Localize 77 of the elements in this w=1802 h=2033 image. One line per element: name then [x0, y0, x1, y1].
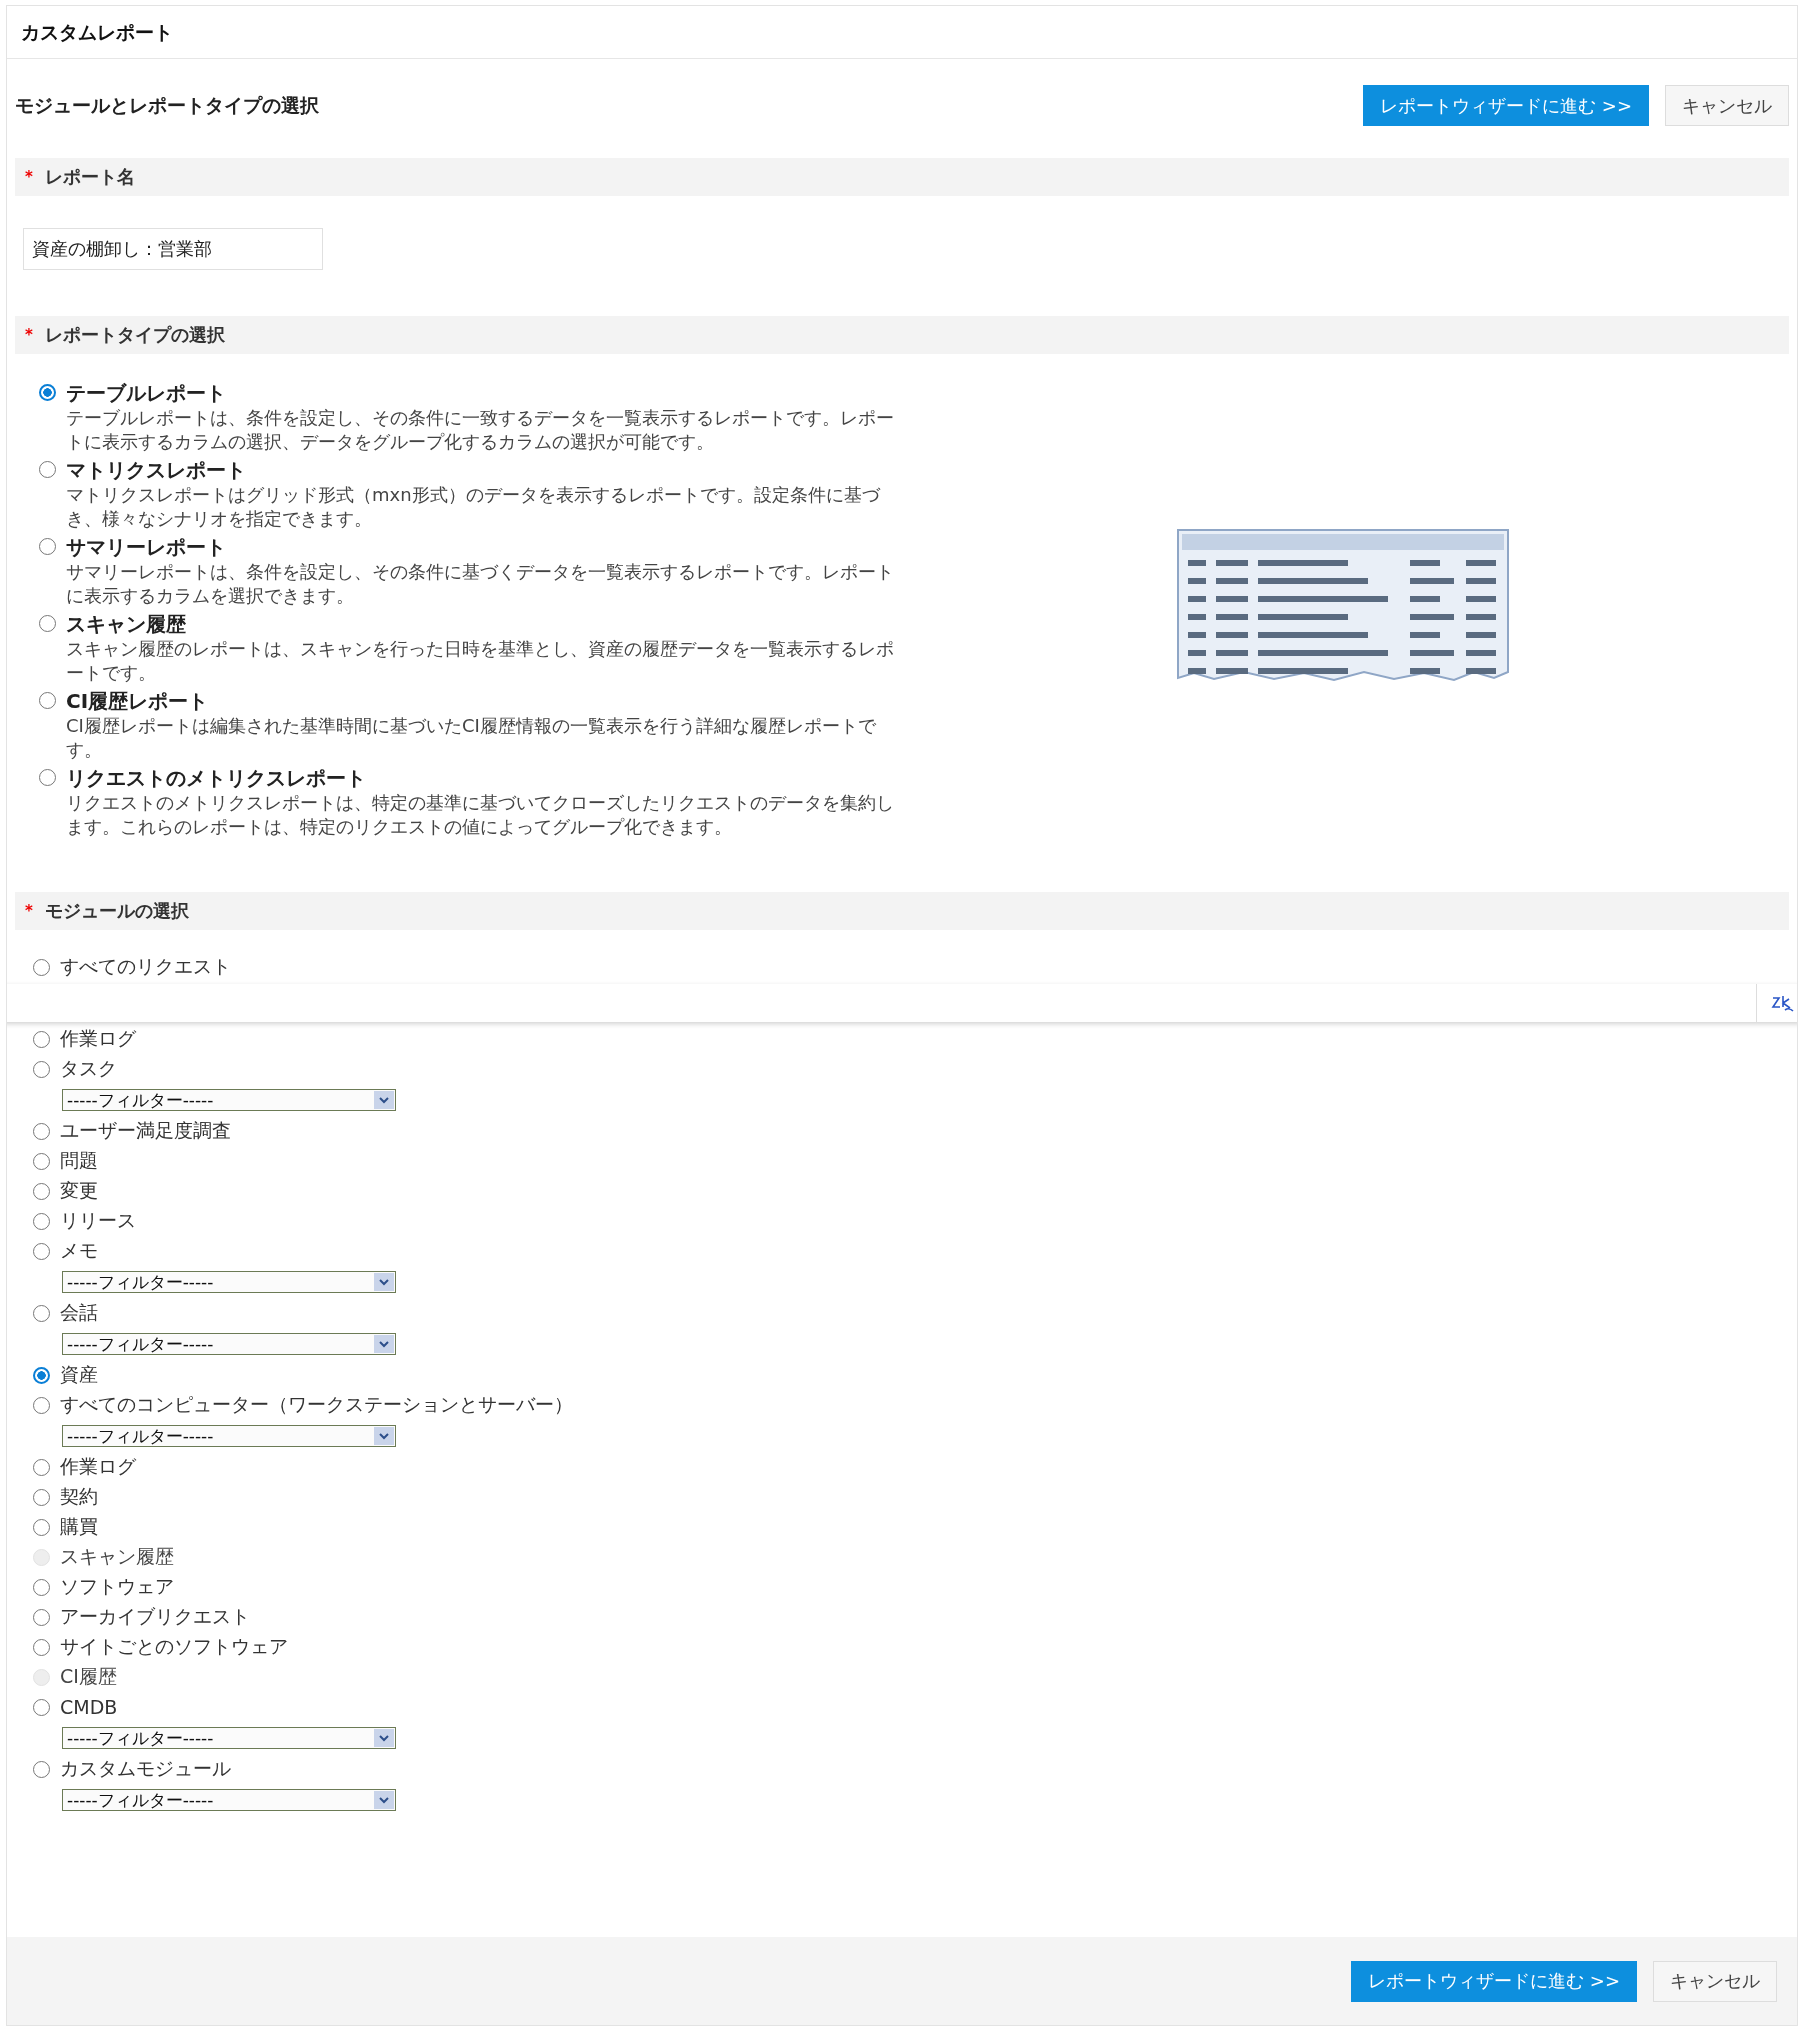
module-label: 問題: [60, 1148, 98, 1173]
module-label: サイトごとのソフトウェア: [60, 1634, 288, 1659]
report-type-title: マトリクスレポート: [66, 457, 247, 483]
module-label: リリース: [60, 1208, 136, 1233]
radio-button[interactable]: [33, 1518, 50, 1536]
module-label: アーカイブリクエスト: [60, 1604, 250, 1629]
module-label: 変更: [60, 1178, 98, 1203]
page-title: カスタムレポート: [7, 6, 1797, 59]
radio-button[interactable]: [33, 1638, 50, 1656]
filter-dropdown[interactable]: -----フィルター-----: [62, 1789, 396, 1811]
report-type-description: サマリーレポートは、条件を設定し、その条件に基づくデータを一覧表示するレポートです。レポートに表示するカラムを選択できます。: [66, 560, 895, 608]
section-title: レポートタイプの選択: [44, 323, 225, 347]
required-mark: *: [25, 168, 33, 186]
module-label: すべてのコンピューター（ワークステーションとサーバー）: [60, 1392, 573, 1417]
report-type-title: CI履歴レポート: [66, 688, 210, 714]
report-type-title: サマリーレポート: [66, 534, 227, 560]
module-label: CMDB: [60, 1696, 118, 1718]
radio-button[interactable]: [39, 692, 56, 709]
module-label: タスク: [60, 1056, 117, 1081]
radio-button[interactable]: [33, 1396, 50, 1414]
radio-button[interactable]: [33, 1060, 50, 1078]
page-heading: モジュールとレポートタイプの選択: [15, 92, 319, 118]
report-type-description: CI履歴レポートは編集された基準時間に基づいたCI履歴情報の一覧表示を行う詳細な履歴レポートです。: [66, 714, 877, 762]
report-type-description: マトリクスレポートはグリッド形式（mxn形式）のデータを表示するレポートです。設定条件に基づき、様々なシナリオを指定できます。: [66, 483, 882, 531]
radio-button[interactable]: [33, 1608, 50, 1626]
module-label: 資産: [60, 1362, 98, 1387]
cancel-button[interactable]: キャンセル: [1653, 1960, 1777, 2002]
report-type-description: リクエストのメトリクスレポートは、特定の基準に基づいてクローズしたリクエストのデータを集約します。これらのレポートは、特定のリクエストの値によってグループ化できます。: [66, 791, 895, 839]
radio-button[interactable]: [33, 1212, 50, 1230]
radio-button[interactable]: [39, 384, 56, 401]
section-title: モジュールの選択: [44, 899, 189, 923]
module-label: すべてのリクエスト: [60, 954, 231, 979]
filter-dropdown[interactable]: -----フィルター-----: [62, 1333, 396, 1355]
module-label: 契約: [60, 1484, 98, 1509]
radio-button[interactable]: [33, 1488, 50, 1506]
radio-button[interactable]: [39, 461, 56, 478]
filter-dropdown[interactable]: -----フィルター-----: [62, 1425, 396, 1447]
report-type-title: スキャン履歴: [66, 611, 187, 637]
module-label: 購買: [60, 1514, 98, 1539]
module-label: CI履歴: [60, 1664, 117, 1689]
module-label: ソフトウェア: [60, 1574, 174, 1599]
cancel-button[interactable]: キャンセル: [1665, 85, 1789, 126]
module-label: スキャン履歴: [60, 1544, 174, 1569]
module-label: 会話: [60, 1300, 98, 1325]
required-mark: *: [25, 326, 33, 344]
radio-button[interactable]: [33, 958, 50, 976]
radio-button[interactable]: [39, 538, 56, 555]
report-type-title: リクエストのメトリクスレポート: [66, 765, 367, 791]
required-mark: *: [25, 902, 33, 920]
radio-button[interactable]: [33, 1366, 50, 1384]
radio-button[interactable]: [33, 1242, 50, 1260]
report-type-title: テーブルレポート: [66, 380, 227, 406]
section-title: レポート名: [44, 165, 135, 189]
filter-dropdown[interactable]: -----フィルター-----: [62, 1089, 396, 1111]
wizard-button[interactable]: レポートウィザードに進む >>: [1363, 85, 1649, 126]
report-type-description: スキャン履歴のレポートは、スキャンを行った日時を基準とし、資産の履歴データを一覧表示するレポートです。: [66, 637, 895, 685]
radio-button[interactable]: [33, 1698, 50, 1716]
radio-button[interactable]: [33, 1030, 50, 1048]
report-type-description: テーブルレポートは、条件を設定し、その条件に一致するデータを一覧表示するレポートです。レポートに表示するカラムの選択、データをグループ化するカラムの選択が可能です。: [66, 406, 895, 454]
radio-button[interactable]: [33, 1578, 50, 1596]
filter-dropdown[interactable]: -----フィルター-----: [62, 1727, 396, 1749]
radio-button[interactable]: [33, 1458, 50, 1476]
module-label: ユーザー満足度調査: [60, 1118, 231, 1143]
radio-button[interactable]: [39, 769, 56, 786]
radio-button[interactable]: [39, 615, 56, 632]
wizard-button[interactable]: レポートウィザードに進む >>: [1351, 1960, 1637, 2002]
module-label: 作業ログ: [60, 1026, 136, 1051]
radio-button[interactable]: [33, 1760, 50, 1778]
radio-button[interactable]: [33, 1152, 50, 1170]
module-label: 作業ログ: [60, 1454, 136, 1479]
radio-button[interactable]: [33, 1122, 50, 1140]
report-name-field[interactable]: 資産の棚卸し：営業部: [23, 228, 323, 270]
radio-button[interactable]: [33, 1182, 50, 1200]
module-label: カスタムモジュール: [60, 1756, 231, 1781]
filter-dropdown[interactable]: -----フィルター-----: [62, 1271, 396, 1293]
module-label: メモ: [60, 1238, 98, 1263]
radio-button[interactable]: [33, 1304, 50, 1322]
